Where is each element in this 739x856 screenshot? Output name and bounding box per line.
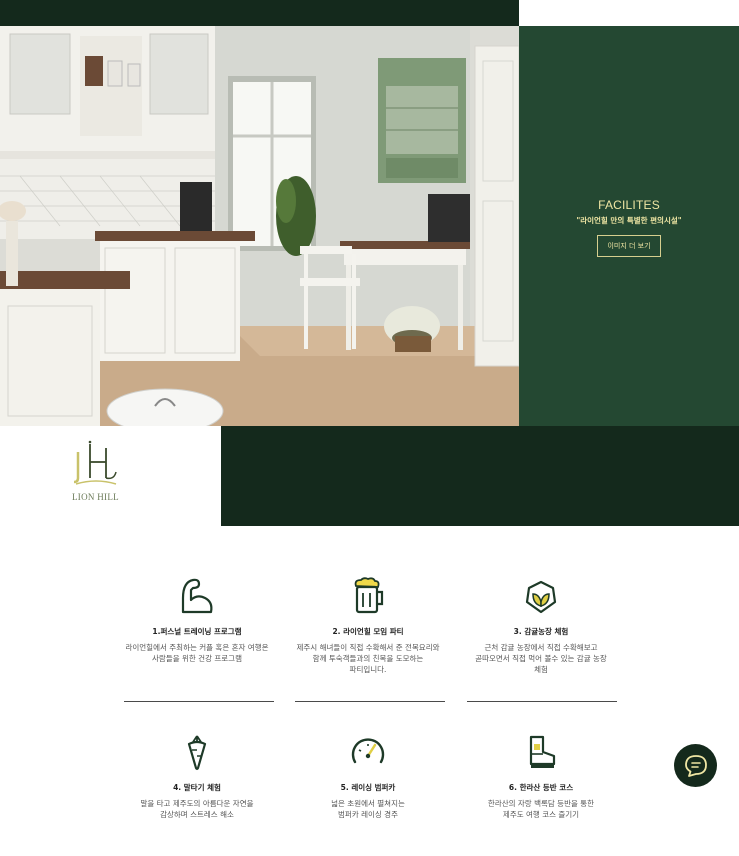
facilities-title: FACILITES	[598, 197, 660, 212]
program-card-5: 5. 레이싱 범퍼카 넓은 초원에서 펼쳐지는 범퍼카 레이싱 경주	[283, 732, 453, 821]
program-card-2: 2. 라이언힐 모임 파티 제주시 해녀들이 직접 수확해서 준 전복요리와 함…	[283, 576, 453, 676]
divider-line	[467, 701, 617, 702]
program-description: 라이언힐에서 주최하는 커플 혹은 혼자 여행온 사람들을 위한 건강 프로그램	[125, 643, 269, 663]
speedometer-icon	[351, 738, 385, 764]
flexed-arm-icon	[181, 578, 213, 614]
carrot-icon	[187, 735, 207, 771]
program-title: 1.퍼스널 트레이닝 프로그램	[152, 627, 242, 636]
program-title: 2. 라이언힐 모임 파티	[332, 627, 404, 636]
dark-green-block	[221, 426, 739, 526]
lion-hill-logo-text: LION HILL	[72, 492, 119, 502]
program-title: 4. 말타기 체험	[173, 783, 221, 792]
leaf-sprout-icon	[525, 580, 557, 614]
program-description: 근처 감귤 농장에서 직접 수확해보고 곧따오면서 직접 먹어 볼수 있는 감귤…	[475, 643, 607, 674]
program-description: 제주시 해녀들이 직접 수확해서 준 전복요리와 함께 투숙객들과의 친목을 도…	[296, 643, 440, 674]
program-card-6: 6. 한라산 등반 코스 한라산의 자랑 백록담 등반을 통한 제주도 여행 코…	[456, 732, 626, 821]
facilities-panel: FACILITES "라이언힐 만의 특별한 편의시설" 이미지 더 보기	[519, 26, 739, 426]
program-title: 3. 감귤농장 체험	[513, 627, 569, 636]
more-images-button[interactable]: 이미지 더 보기	[597, 234, 661, 257]
lion-hill-logo-mark	[73, 440, 117, 485]
program-card-3: 3. 감귤농장 체험 근처 감귤 농장에서 직접 수확해보고 곧따오면서 직접 …	[456, 576, 626, 676]
chat-bubble-icon	[684, 754, 707, 777]
program-card-4: 4. 말타기 체험 말을 타고 제주도의 아름다운 자연을 감상하며 스트레스 …	[112, 732, 282, 821]
program-description: 말을 타고 제주도의 아름다운 자연을 감상하며 스트레스 해소	[140, 799, 254, 819]
beer-mug-icon	[354, 577, 384, 614]
program-description: 한라산의 자랑 백록담 등반을 통한 제주도 여행 코스 즐기기	[487, 799, 595, 819]
kitchen-photo	[0, 26, 519, 426]
program-title: 5. 레이싱 범퍼카	[340, 783, 396, 792]
program-title: 6. 한라산 등반 코스	[508, 783, 574, 792]
divider-line	[295, 701, 445, 702]
hiking-boot-icon	[529, 735, 556, 768]
program-description: 넓은 초원에서 펼쳐지는 범퍼카 레이싱 경주	[331, 799, 405, 819]
chat-button[interactable]	[674, 744, 717, 787]
facilities-subtitle: "라이언힐 만의 특별한 편의시설"	[576, 215, 682, 225]
program-card-1: 1.퍼스널 트레이닝 프로그램 라이언힐에서 주최하는 커플 혹은 혼자 여행온…	[112, 576, 282, 665]
divider-line	[124, 701, 274, 702]
top-dark-strip	[0, 0, 519, 26]
